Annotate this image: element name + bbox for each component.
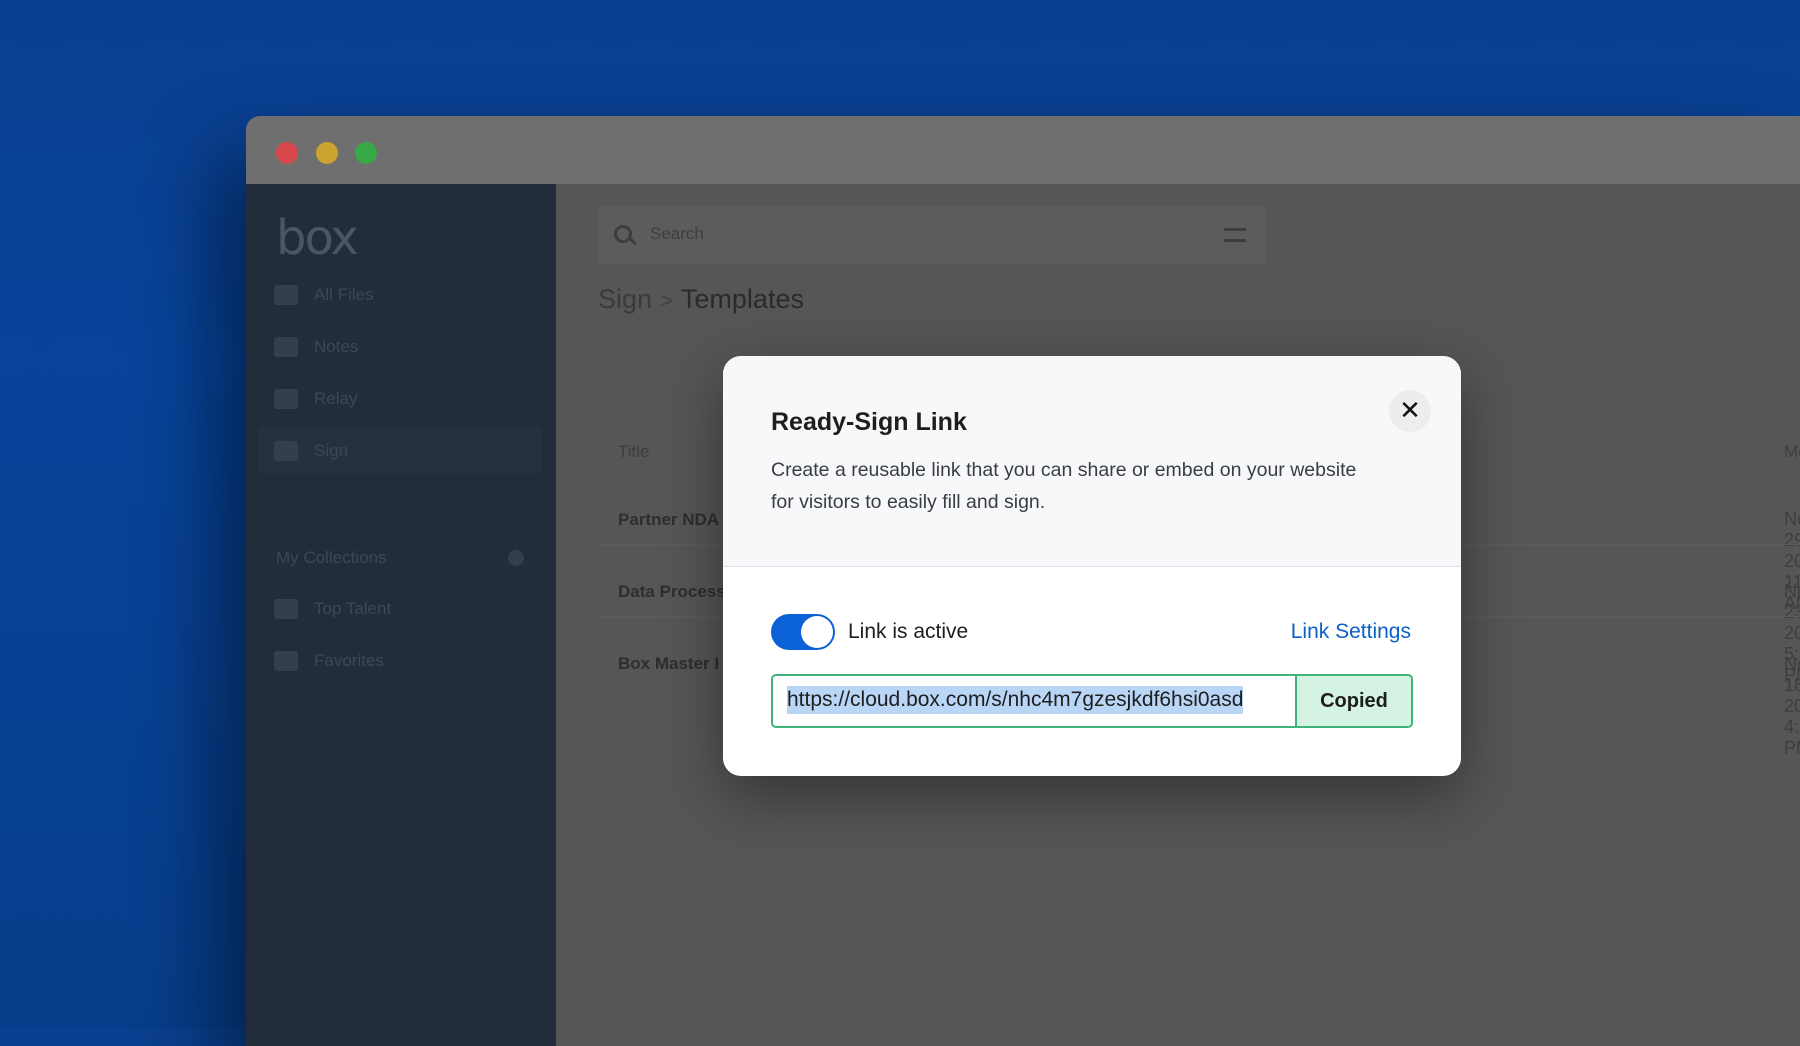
search-bar[interactable]: Search bbox=[598, 206, 1266, 264]
url-text: https://cloud.box.com/s/nhc4m7gzesjkdf6h… bbox=[787, 686, 1244, 714]
window-close-button[interactable] bbox=[276, 142, 298, 164]
window-titlebar bbox=[246, 116, 1800, 184]
sidebar-item-all-files[interactable]: All Files bbox=[258, 272, 542, 318]
close-button[interactable]: ✕ bbox=[1389, 390, 1431, 432]
sidebar-item-sign[interactable]: Sign bbox=[258, 428, 542, 474]
link-settings-link[interactable]: Link Settings bbox=[1291, 620, 1411, 644]
sidebar-item-notes[interactable]: Notes bbox=[258, 324, 542, 370]
toggle-label: Link is active bbox=[848, 620, 969, 643]
star-icon bbox=[274, 651, 298, 671]
filter-icon[interactable] bbox=[1224, 228, 1246, 242]
search-input[interactable]: Search bbox=[650, 224, 704, 244]
breadcrumb-parent[interactable]: Sign bbox=[598, 284, 652, 314]
ready-sign-link-modal: Ready-Sign Link Create a reusable link t… bbox=[723, 356, 1461, 776]
url-input[interactable]: https://cloud.box.com/s/nhc4m7gzesjkdf6h… bbox=[773, 676, 1295, 726]
table-row-title[interactable]: Box Master I bbox=[618, 654, 719, 674]
modal-header: Ready-Sign Link Create a reusable link t… bbox=[723, 356, 1461, 567]
sidebar-item-label: Notes bbox=[314, 337, 359, 356]
breadcrumb: Sign > Templates bbox=[598, 284, 804, 315]
relay-icon bbox=[274, 389, 298, 409]
collections-heading: My Collections bbox=[276, 548, 387, 567]
add-collection-icon[interactable] bbox=[508, 550, 524, 566]
collection-icon bbox=[274, 599, 298, 619]
copy-button[interactable]: Copied bbox=[1295, 676, 1411, 726]
close-icon: ✕ bbox=[1399, 396, 1421, 426]
table-row-title[interactable]: Data Process bbox=[618, 582, 726, 602]
sidebar-item-relay[interactable]: Relay bbox=[258, 376, 542, 422]
window-maximize-button[interactable] bbox=[355, 142, 377, 164]
folder-icon bbox=[274, 285, 298, 305]
column-header-title[interactable]: Title bbox=[618, 442, 650, 462]
breadcrumb-current: Templates bbox=[680, 284, 804, 314]
sidebar-item-label: Top Talent bbox=[314, 599, 392, 618]
sidebar-item-label: Favorites bbox=[314, 651, 384, 670]
link-active-toggle[interactable] bbox=[771, 614, 835, 650]
sidebar-item-label: Sign bbox=[314, 441, 349, 460]
sidebar-item-label: Relay bbox=[314, 389, 358, 408]
window-minimize-button[interactable] bbox=[316, 142, 338, 164]
link-field: https://cloud.box.com/s/nhc4m7gzesjkdf6h… bbox=[771, 674, 1413, 728]
toggle-knob bbox=[801, 616, 833, 648]
search-icon bbox=[614, 225, 632, 243]
breadcrumb-separator: > bbox=[660, 288, 673, 313]
table-row-title[interactable]: Partner NDA bbox=[618, 510, 719, 530]
sidebar-item-label: All Files bbox=[314, 285, 374, 304]
column-header-modified[interactable]: Modified bbox=[1784, 442, 1800, 462]
sidebar: box All Files Notes Relay Sign My Collec… bbox=[246, 184, 556, 1046]
modal-title: Ready-Sign Link bbox=[771, 408, 967, 436]
modal-description: Create a reusable link that you can shar… bbox=[771, 459, 1357, 513]
box-logo: box bbox=[276, 210, 359, 266]
sidebar-item-top-talent[interactable]: Top Talent bbox=[258, 586, 542, 632]
sidebar-item-favorites[interactable]: Favorites bbox=[258, 638, 542, 684]
sign-icon bbox=[274, 441, 298, 461]
notes-icon bbox=[274, 337, 298, 357]
table-row-modified: Nov 18, 2021, 4:20 PM bbox=[1784, 654, 1800, 758]
